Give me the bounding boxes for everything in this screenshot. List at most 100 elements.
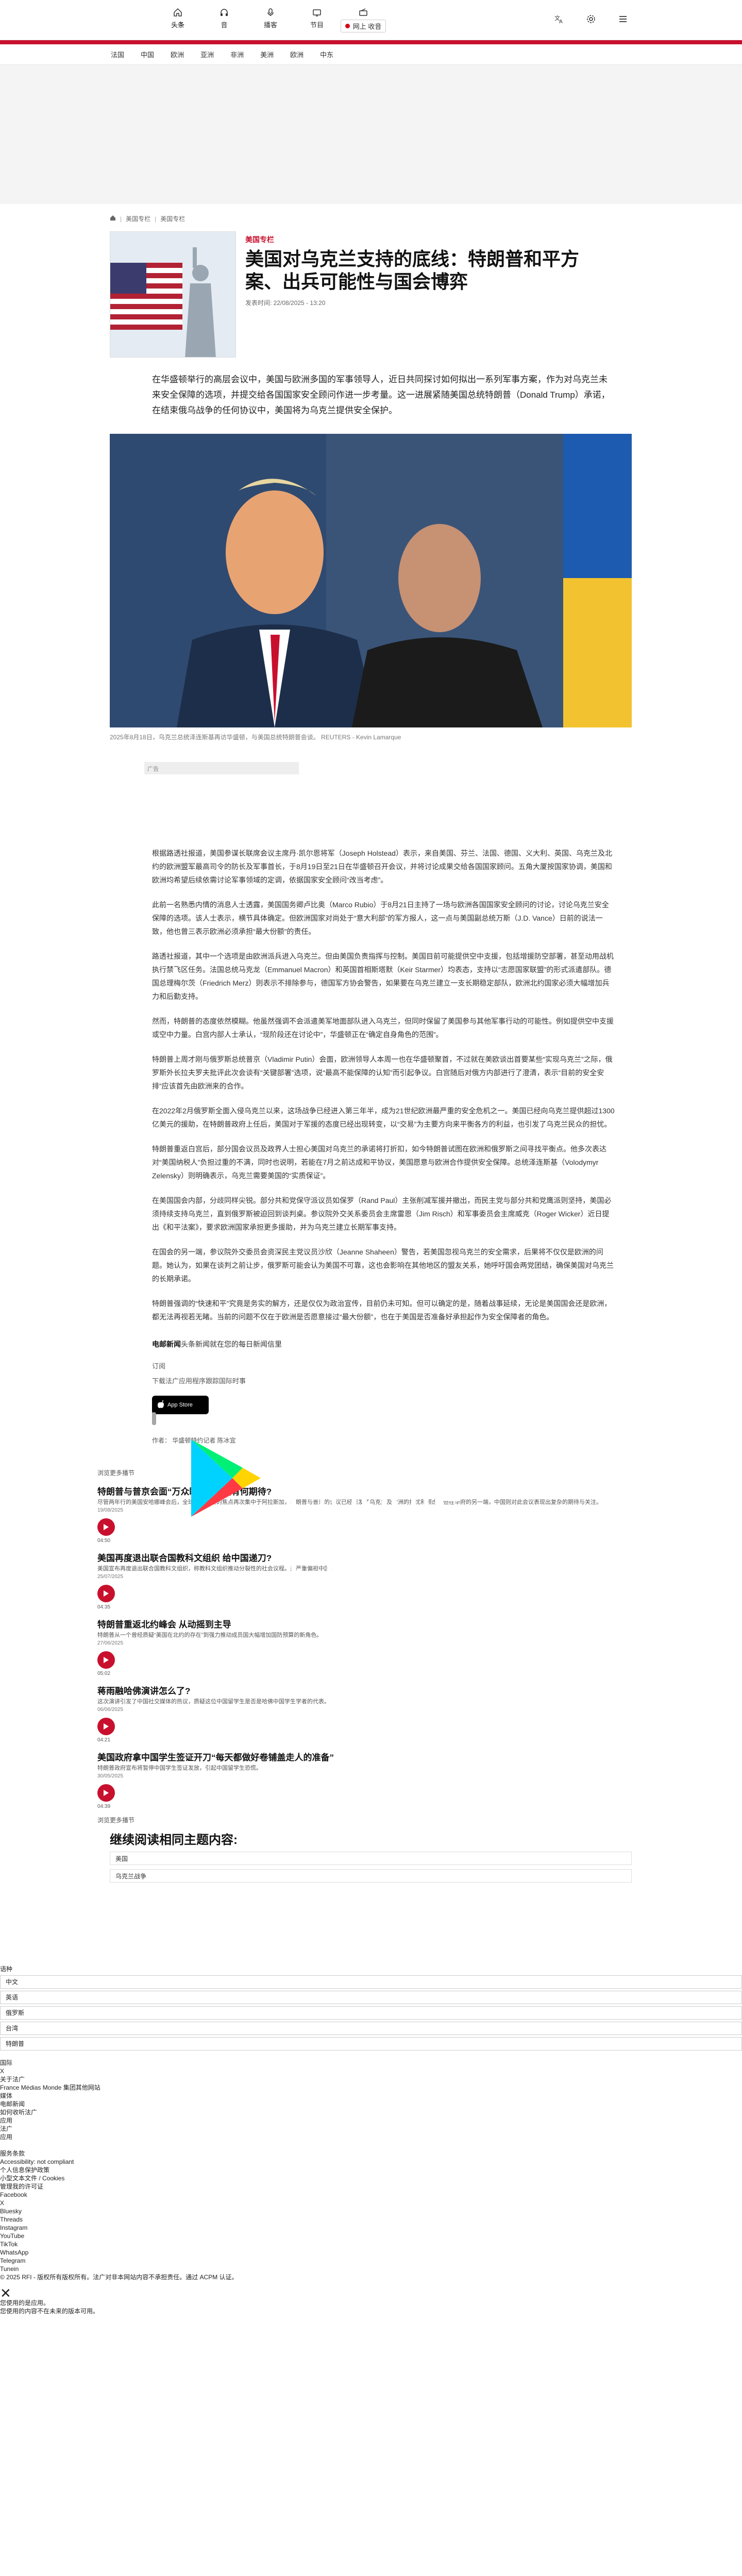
podcast-description: 特朗普政府宣布将暂停中国学生签证发放，引起中国留学生恐慌。 <box>97 1765 262 1771</box>
top-ad-placeholder <box>0 65 742 204</box>
language-option[interactable]: 台湾 <box>0 2022 742 2035</box>
brand-accent-bar <box>0 40 742 44</box>
close-icon[interactable]: ✕ <box>0 2286 742 2300</box>
home-icon[interactable] <box>110 215 116 223</box>
footer-link[interactable]: X <box>0 2067 742 2075</box>
podcast-duration: 04:21 <box>97 1737 111 1743</box>
language-option[interactable]: 英语 <box>0 1991 742 2004</box>
footer-link[interactable]: 关于法广 <box>0 2075 742 2083</box>
nav-item-shows[interactable]: 节目 <box>294 7 340 32</box>
podcast-title[interactable]: 美国政府拿中国学生签证开刀“每天都做好卷铺盖走人的准备” <box>97 1750 644 1763</box>
app-store-button[interactable]: App Store <box>152 1396 209 1414</box>
subscribe-link[interactable]: 订阅 <box>152 1361 616 1370</box>
footer-link[interactable]: 服务条款 <box>0 2149 742 2158</box>
footer-social-link[interactable]: Bluesky <box>0 2207 742 2215</box>
region-nav-item[interactable]: 中国 <box>141 49 154 59</box>
footer-link[interactable]: Accessibility: not compliant <box>0 2158 742 2166</box>
nav-item-audio[interactable]: 音 <box>201 7 247 32</box>
region-nav-item[interactable]: 法国 <box>111 49 124 59</box>
footer-social-link[interactable]: X <box>0 2199 742 2207</box>
footer-link[interactable]: 如何收听法广 <box>0 2108 742 2116</box>
footer-link[interactable]: 国际 <box>0 2059 742 2067</box>
footer-link[interactable]: 媒体 <box>0 2092 742 2100</box>
podcast-item: 蒋雨融哈佛演讲怎么了? 这次演讲引发了中国社交媒体的热议，质疑这位中国留学生是否… <box>97 1684 644 1743</box>
footer-social-link[interactable]: Facebook <box>0 2191 742 2199</box>
svg-text:A: A <box>559 19 563 24</box>
language-option[interactable]: 特朗普 <box>0 2037 742 2050</box>
podcast-title[interactable]: 特朗普重返北约峰会 从动摇到主导 <box>97 1617 644 1630</box>
main-nav: 头条 音 播客 节目 网上 收音 <box>155 7 386 32</box>
footer-link[interactable]: 应用 <box>0 2116 742 2125</box>
language-option[interactable]: 中文 <box>0 1975 742 1989</box>
footer-link[interactable]: 管理我的许可证 <box>0 2182 742 2191</box>
footer-social-link[interactable]: Instagram <box>0 2224 742 2232</box>
article-lead: 在华盛顿举行的高层会议中，美国与欧洲多国的军事领导人，近日共同探讨如何拟出一系列… <box>152 375 610 415</box>
play-button[interactable] <box>97 1718 115 1735</box>
breadcrumb: | 美国专栏 | 美国专栏 <box>110 214 742 223</box>
region-nav-item[interactable]: 中东 <box>320 49 333 59</box>
breadcrumb-link[interactable]: 美国专栏 <box>126 214 150 223</box>
gear-icon[interactable] <box>585 13 597 25</box>
menu-icon[interactable] <box>617 13 629 25</box>
live-dot-icon <box>345 24 350 28</box>
footer-social-link[interactable]: Threads <box>0 2215 742 2224</box>
podcast-title[interactable]: 蒋雨融哈佛演讲怎么了? <box>97 1684 644 1697</box>
region-nav: 法国 中国 欧洲 亚洲 非洲 美洲 欧洲 中东 <box>0 44 742 65</box>
nav-item-home[interactable]: 头条 <box>155 7 201 32</box>
nav-item-podcast[interactable]: 播客 <box>247 7 294 32</box>
footer-social-link[interactable]: WhatsApp <box>0 2248 742 2257</box>
play-button[interactable] <box>97 1651 115 1669</box>
more-podcasts-link[interactable]: 浏览更多播节 <box>97 1816 644 1824</box>
footer-social-link[interactable]: © 2025 RFI - 版权所有版权所有。法广对非本网站内容不承担责任。通过 … <box>0 2273 742 2281</box>
region-nav-item[interactable]: 欧洲 <box>290 49 303 59</box>
play-button[interactable] <box>97 1784 115 1802</box>
podcast-description: 这次演讲引发了中国社交媒体的热议，质疑这位中国留学生是否是哈佛中国学生学者的代表… <box>97 1699 330 1705</box>
region-nav-item[interactable]: 亚洲 <box>200 49 214 59</box>
podcast-date: 06/06/2025 <box>97 1707 124 1713</box>
topic-tag[interactable]: 美国 <box>110 1852 632 1865</box>
top-header: 头条 音 播客 节目 网上 收音 文 A <box>0 0 742 40</box>
footer-social-link[interactable]: Tunein <box>0 2265 742 2273</box>
live-badge: 网上 收音 <box>340 20 386 32</box>
topic-tag[interactable]: 乌克兰战争 <box>110 1869 632 1883</box>
newsletter-promo-bold[interactable]: 电邮新闻 <box>152 1340 181 1348</box>
region-nav-item[interactable]: 非洲 <box>230 49 244 59</box>
nav-item-label: 头条 <box>171 21 184 29</box>
footer-social-link[interactable]: YouTube <box>0 2232 742 2240</box>
article-title: 美国对乌克兰支持的底线：特朗普和平方案、出兵可能性与国会博弈 <box>245 248 580 292</box>
region-nav-item[interactable]: 欧洲 <box>171 49 184 59</box>
nav-item-label: 播客 <box>263 21 277 29</box>
live-radio-button[interactable]: 网上 收音 <box>340 7 386 32</box>
article-paragraph: 在2022年2月俄罗斯全面入侵乌克兰以来，这场战争已经进入第三年半，成为21世纪… <box>152 1107 615 1128</box>
footer-link[interactable]: 小型文本文件 / Cookies <box>0 2174 742 2182</box>
google-play-button[interactable]: 下载应用，请到 Google Play <box>152 1412 462 1587</box>
play-icon <box>104 1790 109 1796</box>
google-play-icon <box>191 1439 261 1517</box>
headphones-icon <box>218 7 230 18</box>
play-button[interactable] <box>97 1518 115 1536</box>
footer-link[interactable]: 应用 <box>0 2133 742 2141</box>
footer-link[interactable]: 电邮新闻 <box>0 2100 742 2108</box>
footer-link[interactable]: 个人信息保护政策 <box>0 2166 742 2174</box>
article-kicker[interactable]: 美国专栏 <box>245 234 596 245</box>
article-heading-block: 美国专栏 美国对乌克兰支持的底线：特朗普和平方案、出兵可能性与国会博弈 发表时间… <box>245 231 596 358</box>
footer-social-link[interactable]: TikTok <box>0 2240 742 2248</box>
translate-icon[interactable]: 文A <box>553 13 565 25</box>
tv-icon <box>311 7 323 18</box>
podcast-duration: 05:02 <box>97 1671 111 1676</box>
footer-link[interactable]: France Médias Monde 集团其他网站 <box>0 2083 742 2092</box>
language-option[interactable]: 俄罗斯 <box>0 2006 742 2020</box>
apple-icon <box>157 1400 164 1410</box>
inline-ad-label: 广告 <box>144 762 299 774</box>
footer-social-link[interactable]: Telegram <box>0 2257 742 2265</box>
breadcrumb-link[interactable]: 美国专栏 <box>160 214 185 223</box>
hero-caption: 2025年8月18日，乌克兰总统泽连斯基再访华盛顿，与美国总统特朗普会谈。 RE… <box>110 734 401 741</box>
live-label: 网上 收音 <box>352 23 382 30</box>
radio-icon <box>358 7 369 18</box>
footer-link[interactable]: 法广 <box>0 2125 742 2133</box>
podcast-duration: 04:39 <box>97 1804 111 1809</box>
podcast-duration: 04:35 <box>97 1604 111 1610</box>
play-button[interactable] <box>97 1585 115 1602</box>
article-paragraph: 根据路透社报道，美国参谋长联席会议主席丹·凯尔恩将军（Joseph Holste… <box>152 849 612 884</box>
region-nav-item[interactable]: 美洲 <box>260 49 274 59</box>
